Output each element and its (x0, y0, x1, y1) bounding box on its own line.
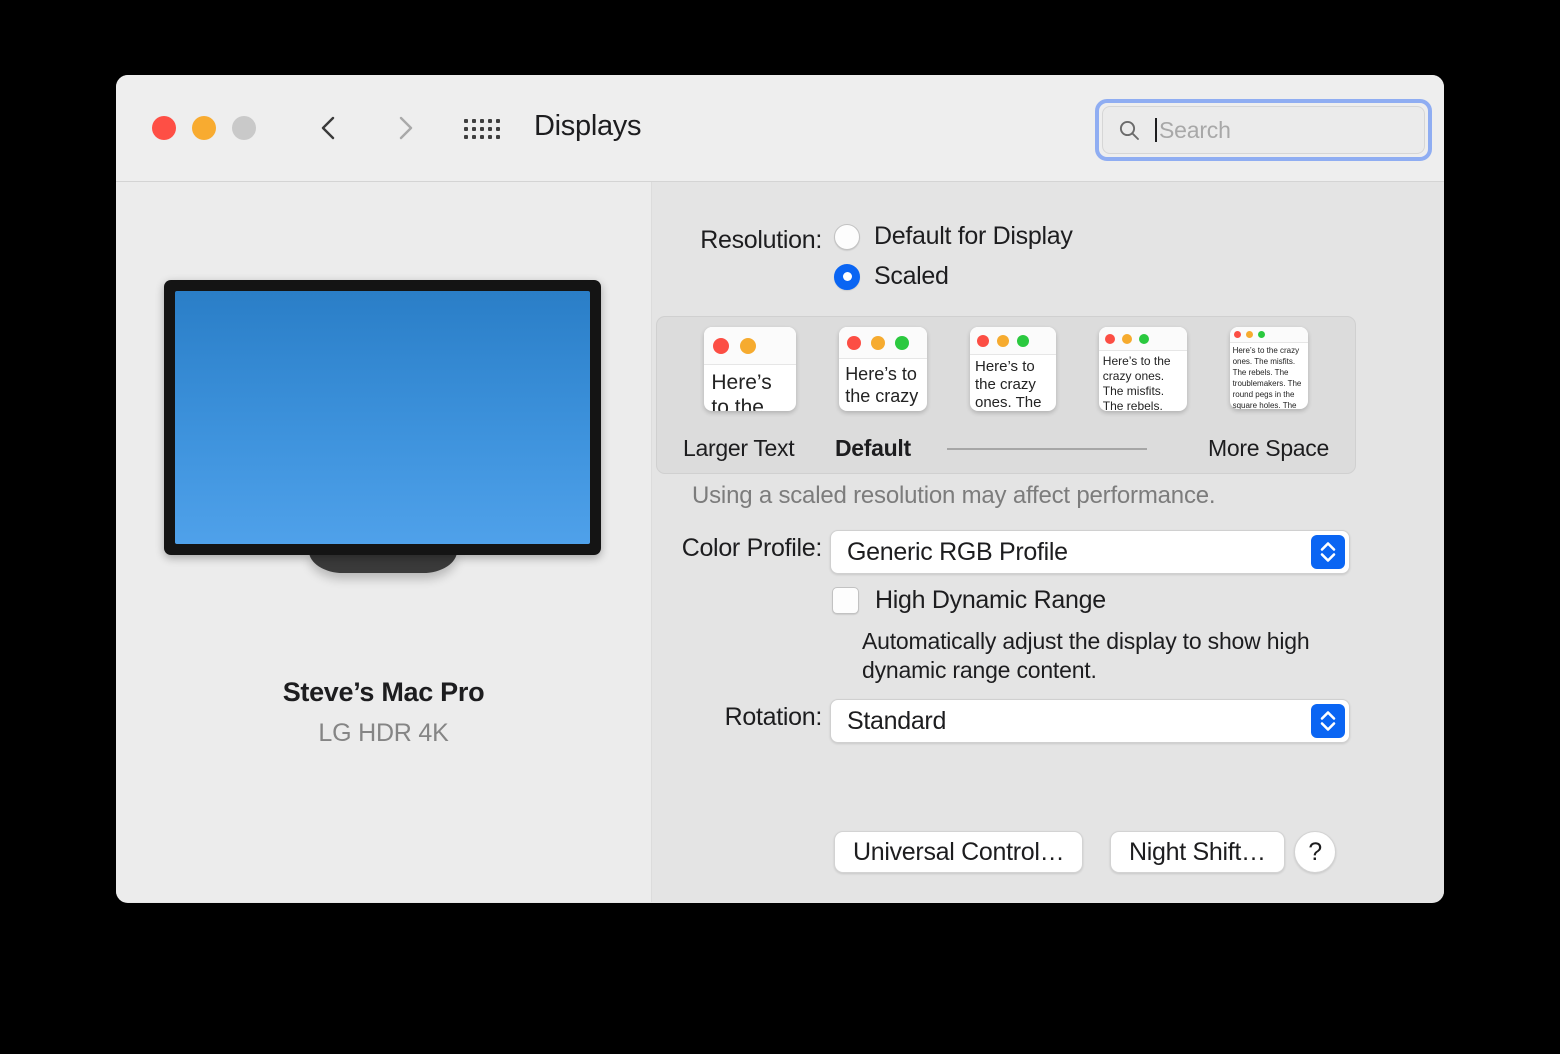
radio-button-unselected[interactable] (834, 223, 860, 250)
search-placeholder: Search (1159, 116, 1231, 143)
color-profile-label: Color Profile: (681, 534, 823, 562)
close-window-button[interactable] (152, 116, 176, 140)
thumbnail-traffic-light (1245, 331, 1253, 338)
external-display-icon (164, 280, 601, 573)
hdr-label: High Dynamic Range (875, 586, 1106, 614)
color-profile-value: Generic RGB Profile (847, 537, 1068, 566)
search-icon (1119, 120, 1139, 140)
rotation-popup-button[interactable]: Standard (830, 699, 1350, 743)
display-name: Steve’s Mac Pro (282, 677, 485, 707)
display-sidebar: Steve’s Mac Pro LG HDR 4K Add Display (116, 182, 652, 902)
thumbnail-titlebar (704, 327, 797, 365)
rotation-label: Rotation: (724, 703, 823, 731)
thumbnail-titlebar (1229, 327, 1308, 343)
thumbnail-traffic-light (847, 335, 862, 350)
display-model: LG HDR 4K (318, 719, 449, 747)
color-profile-popup-button[interactable]: Generic RGB Profile (830, 530, 1350, 574)
thumbnail-traffic-light (1138, 333, 1149, 344)
radio-button-selected[interactable] (834, 263, 860, 290)
hdr-description: Automatically adjust the display to show… (862, 628, 1310, 683)
display-settings-pane: Resolution: Default for Display Scaled H… (652, 182, 1444, 902)
grid-view-icon[interactable] (464, 119, 502, 141)
thumbnail-traffic-light (1016, 334, 1029, 347)
zoom-window-button[interactable] (232, 116, 256, 140)
scale-caption-larger-text[interactable]: Larger Text (683, 435, 795, 462)
thumbnail-traffic-light (871, 335, 886, 350)
thumbnail-titlebar (839, 327, 928, 359)
rotation-value: Standard (847, 706, 947, 735)
thumbnail-traffic-light (1233, 331, 1241, 338)
scale-caption-default[interactable]: Default (835, 435, 911, 462)
thumbnail-traffic-light (740, 337, 757, 354)
page-title: Displays (534, 110, 642, 142)
radio-default-for-display[interactable]: Default for Display (834, 222, 1073, 251)
resolution-label: Resolution: (700, 226, 822, 254)
thumbnail-preview-text: Here’s to the crazy ones. The misfits. T… (711, 371, 772, 411)
radio-scaled[interactable]: Scaled (834, 262, 949, 291)
scaling-thumbnail-row: Here’s to the crazy ones. The misfits. T… (657, 327, 1355, 427)
radio-scaled-label: Scaled (874, 262, 949, 290)
scaling-options-group: Here’s to the crazy ones. The misfits. T… (656, 316, 1356, 474)
window-toolbar: Displays Search (116, 75, 1444, 182)
forward-button[interactable] (388, 111, 422, 145)
monitor-screen (175, 291, 590, 544)
radio-default-label: Default for Display (874, 222, 1073, 250)
chevron-up-down-icon[interactable] (1311, 535, 1345, 569)
scaling-thumbnail-larger-text[interactable]: Here’s to the crazy ones. The misfits. T… (704, 327, 797, 411)
hdr-checkbox-row[interactable]: High Dynamic Range (832, 586, 1106, 615)
thumbnail-preview-text: Here’s to the crazy ones. The misfits. T… (1232, 346, 1302, 409)
thumbnail-traffic-light (1121, 333, 1132, 344)
chevron-up-down-icon[interactable] (1311, 704, 1345, 738)
search-input[interactable]: Search (1102, 106, 1425, 154)
back-button[interactable] (312, 111, 346, 145)
thumbnail-preview-text: Here’s to the crazy ones. The misfits. T… (974, 358, 1042, 411)
night-shift-button[interactable]: Night Shift… (1110, 831, 1285, 873)
minimize-window-button[interactable] (192, 116, 216, 140)
scaling-thumbnail-default[interactable]: Here’s to the crazy ones. The misfits. T… (969, 327, 1056, 411)
scaled-resolution-note: Using a scaled resolution may affect per… (692, 482, 1216, 509)
help-button[interactable]: ? (1294, 831, 1336, 873)
search-field-focus-ring: Search (1095, 99, 1432, 161)
scale-track[interactable] (947, 448, 1147, 450)
monitor-bezel (164, 280, 601, 555)
hdr-checkbox[interactable] (832, 587, 859, 614)
chevron-right-icon (399, 116, 413, 140)
text-cursor (1155, 118, 1157, 142)
thumbnail-preview-text: Here’s to the crazy ones. The misfits. T… (1102, 354, 1171, 411)
thumbnail-traffic-light (976, 334, 989, 347)
thumbnail-traffic-light (895, 335, 910, 350)
thumbnail-titlebar (969, 327, 1056, 355)
thumbnail-traffic-light (1104, 333, 1115, 344)
scale-caption-more-space[interactable]: More Space (1208, 435, 1329, 462)
window-body: Steve’s Mac Pro LG HDR 4K Add Display Re… (116, 182, 1444, 902)
thumbnail-titlebar (1098, 327, 1187, 351)
thumbnail-traffic-light (996, 334, 1009, 347)
chevron-left-icon (321, 116, 335, 140)
displays-preferences-window: Displays Search Steve’s Mac Pro LG HDR 4… (116, 75, 1444, 903)
universal-control-button[interactable]: Universal Control… (834, 831, 1084, 873)
scaling-thumbnail-step-4[interactable]: Here’s to the crazy ones. The misfits. T… (1098, 327, 1187, 411)
thumbnail-traffic-light (1257, 331, 1265, 338)
thumbnail-preview-text: Here’s to the crazy ones. The misfits. T… (845, 364, 919, 411)
thumbnail-traffic-light (713, 337, 730, 354)
scaling-thumbnail-more-space[interactable]: Here’s to the crazy ones. The misfits. T… (1229, 327, 1308, 409)
scaling-thumbnail-step-2[interactable]: Here’s to the crazy ones. The misfits. T… (839, 327, 928, 411)
